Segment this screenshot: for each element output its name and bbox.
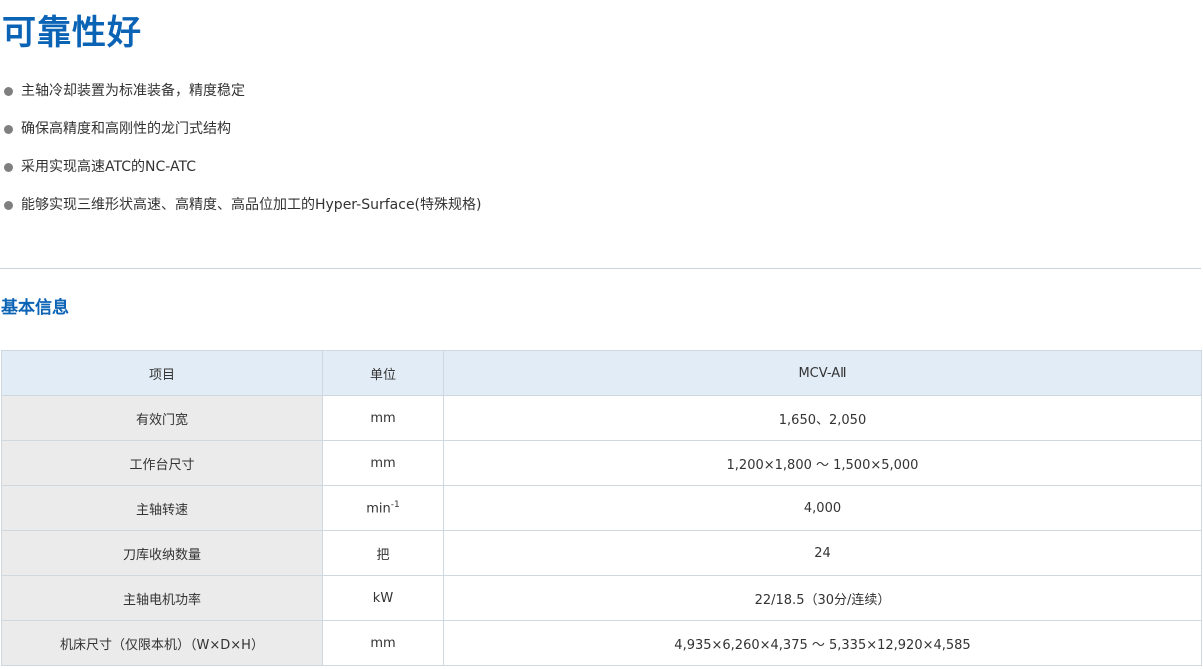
- row-value: 1,650、2,050: [443, 395, 1202, 441]
- unit-exponent: -1: [390, 499, 400, 510]
- row-item: 刀库收纳数量: [1, 530, 323, 576]
- row-item: 主轴转速: [1, 485, 323, 531]
- row-item: 主轴电机功率: [1, 575, 323, 621]
- header-item: 项目: [1, 350, 323, 396]
- row-value: 1,200×1,800 ～ 1,500×5,000: [443, 440, 1202, 486]
- feature-item: 主轴冷却装置为标准装备，精度稳定: [0, 80, 481, 118]
- bullet-icon: [4, 87, 13, 96]
- feature-text: 采用实现高速ATC的NC-ATC: [21, 159, 196, 175]
- row-item: 机床尺寸（仅限本机）（W×D×H）: [1, 620, 323, 666]
- table-row: 主轴电机功率 kW 22/18.5（30分/连续）: [1, 575, 1202, 621]
- table-row: 有效门宽 mm 1,650、2,050: [1, 395, 1202, 441]
- row-item: 工作台尺寸: [1, 440, 323, 486]
- bullet-icon: [4, 163, 13, 172]
- row-unit: kW: [322, 575, 444, 621]
- page-title: 可靠性好: [2, 13, 142, 53]
- section-divider: [0, 268, 1201, 269]
- table-row: 刀库收纳数量 把 24: [1, 530, 1202, 576]
- row-item: 有效门宽: [1, 395, 323, 441]
- feature-text: 确保高精度和高刚性的龙门式结构: [21, 121, 231, 137]
- feature-text: 能够实现三维形状高速、高精度、高品位加工的Hyper-Surface(特殊规格): [21, 197, 482, 213]
- row-unit: 把: [322, 530, 444, 576]
- table-header-row: 项目 单位 MCV-AⅡ: [1, 350, 1202, 396]
- row-value: 24: [443, 530, 1202, 576]
- unit-base: min: [366, 501, 391, 517]
- header-model: MCV-AⅡ: [443, 350, 1202, 396]
- table-row: 机床尺寸（仅限本机）（W×D×H） mm 4,935×6,260×4,375 ～…: [1, 620, 1202, 666]
- bullet-icon: [4, 201, 13, 210]
- feature-item: 能够实现三维形状高速、高精度、高品位加工的Hyper-Surface(特殊规格): [0, 194, 481, 232]
- feature-list: 主轴冷却装置为标准装备，精度稳定 确保高精度和高刚性的龙门式结构 采用实现高速A…: [0, 80, 481, 232]
- bullet-icon: [4, 125, 13, 134]
- row-unit: mm: [322, 440, 444, 486]
- table-row: 主轴转速 min-1 4,000: [1, 485, 1202, 531]
- row-value: 22/18.5（30分/连续）: [443, 575, 1202, 621]
- row-unit: mm: [322, 620, 444, 666]
- row-value: 4,935×6,260×4,375 ～ 5,335×12,920×4,585: [443, 620, 1202, 666]
- row-value: 4,000: [443, 485, 1202, 531]
- feature-text: 主轴冷却装置为标准装备，精度稳定: [21, 83, 245, 99]
- feature-item: 采用实现高速ATC的NC-ATC: [0, 156, 481, 194]
- row-unit: min-1: [322, 485, 444, 531]
- section-title: 基本信息: [1, 298, 69, 318]
- table-row: 工作台尺寸 mm 1,200×1,800 ～ 1,500×5,000: [1, 440, 1202, 486]
- spec-table: 项目 单位 MCV-AⅡ 有效门宽 mm 1,650、2,050 工作台尺寸 m…: [1, 350, 1202, 666]
- feature-item: 确保高精度和高刚性的龙门式结构: [0, 118, 481, 156]
- row-unit: mm: [322, 395, 444, 441]
- header-unit: 单位: [322, 350, 444, 396]
